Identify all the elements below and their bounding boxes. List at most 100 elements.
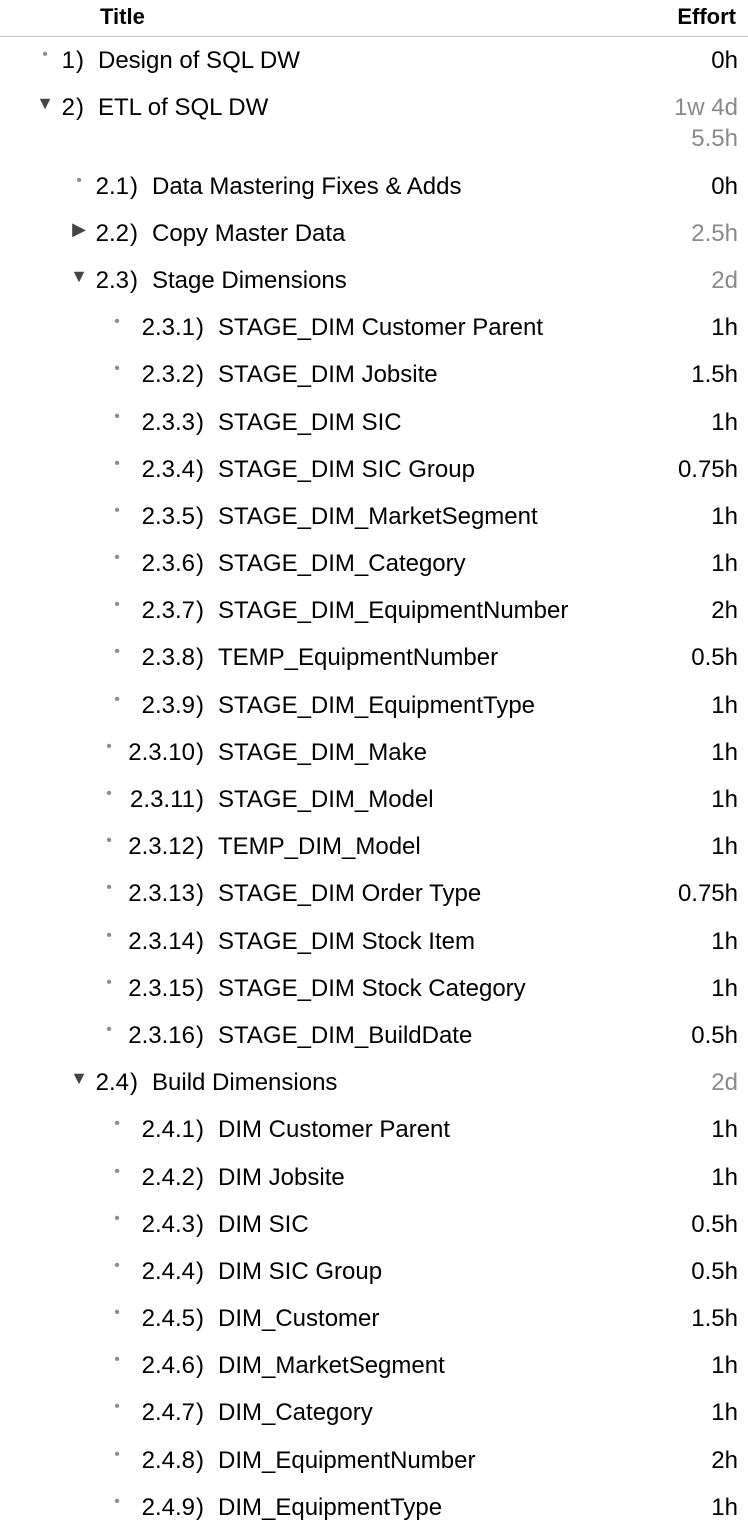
row-effort[interactable]: 0.75h: [628, 878, 738, 909]
outline-row[interactable]: ▼2)ETL of SQL DW1w 4d 5.5h: [0, 84, 748, 162]
row-title[interactable]: DIM SIC: [208, 1209, 628, 1240]
row-title[interactable]: STAGE_DIM Customer Parent: [208, 312, 628, 343]
outline-row[interactable]: •2.3.5)STAGE_DIM_MarketSegment1h: [0, 493, 748, 540]
row-effort[interactable]: 1h: [628, 973, 738, 1004]
row-effort[interactable]: 0.5h: [628, 642, 738, 673]
outline-row[interactable]: •2.3.2)STAGE_DIM Jobsite1.5h: [0, 351, 748, 398]
row-effort[interactable]: 1h: [628, 407, 738, 438]
row-effort[interactable]: 2.5h: [628, 218, 738, 249]
outline-row[interactable]: •2.3.13)STAGE_DIM Order Type0.75h: [0, 870, 748, 917]
outline-row[interactable]: •2.3.16)STAGE_DIM_BuildDate0.5h: [0, 1012, 748, 1059]
row-effort[interactable]: 1w 4d 5.5h: [628, 92, 738, 154]
row-effort[interactable]: 1h: [628, 1162, 738, 1193]
row-title[interactable]: STAGE_DIM_EquipmentType: [208, 690, 628, 721]
row-effort[interactable]: 0h: [628, 171, 738, 202]
outline-row[interactable]: •2.3.14)STAGE_DIM Stock Item1h: [0, 918, 748, 965]
outline-row[interactable]: •2.3.4)STAGE_DIM SIC Group0.75h: [0, 446, 748, 493]
outline-row[interactable]: •2.3.15)STAGE_DIM Stock Category1h: [0, 965, 748, 1012]
row-title[interactable]: STAGE_DIM Stock Category: [208, 973, 628, 1004]
row-title[interactable]: STAGE_DIM_EquipmentNumber: [208, 595, 628, 626]
row-effort[interactable]: 1h: [628, 784, 738, 815]
row-effort[interactable]: 0.5h: [628, 1256, 738, 1287]
row-effort[interactable]: 1h: [628, 548, 738, 579]
row-title[interactable]: Stage Dimensions: [142, 265, 628, 296]
row-effort[interactable]: 1h: [628, 1397, 738, 1428]
row-title[interactable]: Design of SQL DW: [88, 45, 628, 76]
row-title[interactable]: STAGE_DIM_BuildDate: [208, 1020, 628, 1051]
disclosure-triangle-icon[interactable]: ▼: [34, 92, 56, 115]
column-header-title[interactable]: Title: [10, 4, 628, 30]
row-effort[interactable]: 1h: [628, 1114, 738, 1145]
row-title[interactable]: STAGE_DIM_Model: [208, 784, 628, 815]
row-title[interactable]: STAGE_DIM_Make: [208, 737, 628, 768]
outline-row[interactable]: •2.3.1)STAGE_DIM Customer Parent1h: [0, 304, 748, 351]
row-title[interactable]: DIM_MarketSegment: [208, 1350, 628, 1381]
row-title[interactable]: TEMP_DIM_Model: [208, 831, 628, 862]
row-effort[interactable]: 1h: [628, 926, 738, 957]
row-number: 2.3.12): [120, 831, 208, 862]
row-title[interactable]: TEMP_EquipmentNumber: [208, 642, 628, 673]
row-title[interactable]: DIM Jobsite: [208, 1162, 628, 1193]
row-effort[interactable]: 1h: [628, 501, 738, 532]
outline-row[interactable]: •2.4.2)DIM Jobsite1h: [0, 1154, 748, 1201]
row-title[interactable]: STAGE_DIM SIC: [208, 407, 628, 438]
outline-row[interactable]: •2.4.9)DIM_EquipmentType1h: [0, 1484, 748, 1531]
outline-row[interactable]: ▶2.2)Copy Master Data2.5h: [0, 210, 748, 257]
outline-row[interactable]: •2.3.7)STAGE_DIM_EquipmentNumber2h: [0, 587, 748, 634]
outline-row[interactable]: •2.4.4)DIM SIC Group0.5h: [0, 1248, 748, 1295]
row-title[interactable]: STAGE_DIM SIC Group: [208, 454, 628, 485]
outline-row[interactable]: •2.4.5)DIM_Customer1.5h: [0, 1295, 748, 1342]
outline-row[interactable]: •2.4.7)DIM_Category1h: [0, 1389, 748, 1436]
row-title[interactable]: ETL of SQL DW: [88, 92, 628, 123]
outline-row[interactable]: •2.4.3)DIM SIC0.5h: [0, 1201, 748, 1248]
row-title[interactable]: Copy Master Data: [142, 218, 628, 249]
row-title[interactable]: DIM_Category: [208, 1397, 628, 1428]
row-title[interactable]: STAGE_DIM Jobsite: [208, 359, 628, 390]
disclosure-triangle-icon[interactable]: ▶: [68, 218, 90, 241]
row-title[interactable]: Data Mastering Fixes & Adds: [142, 171, 628, 202]
row-effort[interactable]: 1.5h: [628, 1303, 738, 1334]
outline-row[interactable]: •2.3.9)STAGE_DIM_EquipmentType1h: [0, 682, 748, 729]
row-title[interactable]: STAGE_DIM_MarketSegment: [208, 501, 628, 532]
outline-row[interactable]: •2.4.6)DIM_MarketSegment1h: [0, 1342, 748, 1389]
row-effort[interactable]: 1h: [628, 831, 738, 862]
row-effort[interactable]: 1h: [628, 312, 738, 343]
row-effort[interactable]: 1h: [628, 737, 738, 768]
row-title[interactable]: DIM Customer Parent: [208, 1114, 628, 1145]
row-effort[interactable]: 2d: [628, 265, 738, 296]
disclosure-triangle-icon[interactable]: ▼: [68, 1067, 90, 1090]
row-title[interactable]: DIM_EquipmentNumber: [208, 1445, 628, 1476]
row-title[interactable]: DIM_Customer: [208, 1303, 628, 1334]
outline-row[interactable]: ▼2.4)Build Dimensions2d: [0, 1059, 748, 1106]
row-effort[interactable]: 1h: [628, 1350, 738, 1381]
row-effort[interactable]: 0.5h: [628, 1209, 738, 1240]
outline-row[interactable]: •2.4.8)DIM_EquipmentNumber2h: [0, 1437, 748, 1484]
row-effort[interactable]: 2h: [628, 1445, 738, 1476]
row-title[interactable]: Build Dimensions: [142, 1067, 628, 1098]
row-title[interactable]: STAGE_DIM_Category: [208, 548, 628, 579]
row-effort[interactable]: 1.5h: [628, 359, 738, 390]
row-title[interactable]: STAGE_DIM Order Type: [208, 878, 628, 909]
row-title[interactable]: STAGE_DIM Stock Item: [208, 926, 628, 957]
outline-row[interactable]: •2.3.10)STAGE_DIM_Make1h: [0, 729, 748, 776]
row-effort[interactable]: 1h: [628, 690, 738, 721]
row-effort[interactable]: 0.5h: [628, 1020, 738, 1051]
disclosure-triangle-icon[interactable]: ▼: [68, 265, 90, 288]
outline-row[interactable]: •2.1)Data Mastering Fixes & Adds0h: [0, 163, 748, 210]
outline-row[interactable]: •2.3.8)TEMP_EquipmentNumber0.5h: [0, 634, 748, 681]
column-header-effort[interactable]: Effort: [628, 4, 738, 30]
row-effort[interactable]: 1h: [628, 1492, 738, 1523]
row-effort[interactable]: 0h: [628, 45, 738, 76]
outline-row[interactable]: ▼2.3)Stage Dimensions2d: [0, 257, 748, 304]
row-title[interactable]: DIM_EquipmentType: [208, 1492, 628, 1523]
row-title[interactable]: DIM SIC Group: [208, 1256, 628, 1287]
outline-row[interactable]: •2.3.12)TEMP_DIM_Model1h: [0, 823, 748, 870]
row-effort[interactable]: 2h: [628, 595, 738, 626]
outline-row[interactable]: •2.3.3)STAGE_DIM SIC1h: [0, 399, 748, 446]
outline-row[interactable]: •2.4.1)DIM Customer Parent1h: [0, 1106, 748, 1153]
outline-row[interactable]: •2.3.11)STAGE_DIM_Model1h: [0, 776, 748, 823]
row-effort[interactable]: 2d: [628, 1067, 738, 1098]
outline-row[interactable]: •2.3.6)STAGE_DIM_Category1h: [0, 540, 748, 587]
outline-row[interactable]: •1)Design of SQL DW0h: [0, 37, 748, 84]
row-effort[interactable]: 0.75h: [628, 454, 738, 485]
